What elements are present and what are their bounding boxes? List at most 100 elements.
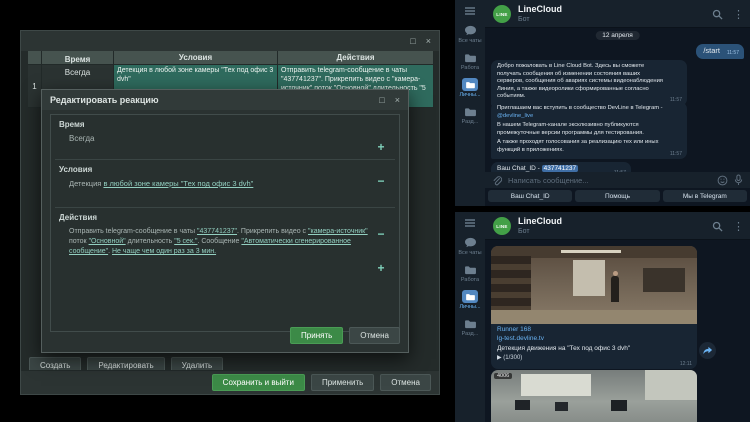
incoming-message-detection: Runner 168 lg-test.devline.tv Детекция д… [491, 246, 697, 369]
outgoing-message: /start 11:57 [696, 44, 744, 59]
action-rate-link[interactable]: Не чаще чем один раз за 3 мин. [112, 248, 216, 255]
condition-link[interactable]: в любой зоне камеры "Тех под офис 3 dvh" [103, 179, 253, 188]
action-stream-link[interactable]: "Основной" [89, 238, 126, 245]
cancel-button[interactable]: Отмена [380, 374, 431, 391]
incoming-message-invite: Приглашаем вас вступить в сообщество Dev… [491, 102, 687, 159]
message-input[interactable]: Написать сообщение... [508, 176, 711, 185]
message-time: 12:11 [680, 361, 692, 367]
folder-work[interactable]: Работа [461, 263, 479, 283]
remove-action-button[interactable]: − [375, 229, 387, 241]
reactions-window-titlebar: □ × [21, 31, 439, 51]
message-text: Добро пожаловать в Line Cloud Bot. Здесь… [497, 63, 663, 99]
dialog-maximize-icon[interactable]: □ [379, 96, 384, 105]
more-menu-icon[interactable]: ⋮ [733, 220, 744, 233]
warehouse-scene [491, 246, 697, 324]
action-duration-link[interactable]: "5 сек." [174, 238, 197, 245]
save-exit-button[interactable]: Сохранить и выйти [212, 374, 305, 391]
dialog-actions: Принять Отмена [290, 327, 400, 344]
accept-button[interactable]: Принять [290, 327, 343, 344]
chat-bubble-icon [462, 236, 478, 249]
maximize-icon[interactable]: □ [410, 37, 415, 46]
clip-counter: ▶ (1/300) [497, 354, 691, 361]
dialog-titlebar: Редактировать реакцию □ × [42, 90, 408, 110]
counter-text: (1/300) [503, 355, 522, 361]
message-text: /start [703, 46, 720, 55]
action-text: Отправить telegram-сообщение в чаты "437… [69, 227, 369, 257]
folder-personal[interactable]: Личны... [459, 290, 480, 310]
message-text: А также проходят голосования за реализац… [497, 139, 663, 154]
folder-icon [462, 290, 478, 303]
header-conditions: Условия [114, 51, 278, 64]
header-num [28, 51, 42, 64]
reactions-table-header: Время Условия Действия [28, 51, 434, 64]
bot-button-chatid[interactable]: Ваш Chat_ID [488, 190, 572, 202]
folder-work[interactable]: Работа [461, 51, 479, 71]
camera-snapshot-photo[interactable] [491, 246, 697, 324]
folder-label: Личны... [459, 304, 480, 310]
message-text: Приглашаем вас вступить в сообщество Dev… [497, 105, 663, 111]
hamburger-menu-icon[interactable] [464, 6, 476, 16]
camera-snapshot-photo-2[interactable]: 4006 [491, 370, 697, 422]
window-bottombar: Сохранить и выйти Применить Отмена [21, 370, 439, 394]
office-scene [491, 370, 697, 422]
play-icon[interactable]: ▶ [497, 355, 502, 361]
chat-subtitle: Бот [518, 228, 530, 235]
telegram-window-top: Все чаты Работа Личны... Разд... [455, 0, 750, 206]
chat-id-value[interactable]: 437741237 [542, 165, 579, 172]
folder-icon [462, 78, 478, 91]
bot-keyboard: Ваш Chat_ID Помощь Мы в Telegram [485, 189, 750, 204]
action-chat-link[interactable]: "437741237" [197, 228, 237, 235]
folders-sidebar: Все чаты Работа Личны... Разд... [455, 212, 485, 422]
folder-label: Работа [461, 65, 479, 71]
microphone-icon[interactable] [734, 174, 743, 186]
section-divider [55, 207, 395, 208]
reactions-window: □ × Время Условия Действия 1 Всегда Дете… [20, 30, 440, 395]
server-link[interactable]: Runner 168 [497, 326, 691, 335]
folder-icon [462, 317, 478, 330]
remove-condition-button[interactable]: − [375, 176, 387, 188]
emoji-icon[interactable] [717, 175, 728, 186]
action-part: поток [69, 238, 89, 245]
telegram-window-bottom: Все чаты Работа Личны... Разд... [455, 212, 750, 422]
hamburger-menu-icon[interactable] [464, 218, 476, 228]
detection-text: Детекция движения на "Тех под офис 3 dvh… [497, 345, 691, 354]
folder-all-chats[interactable]: Все чаты [458, 24, 481, 44]
row-number[interactable]: 1 [28, 64, 42, 108]
dialog-cancel-button[interactable]: Отмена [349, 327, 400, 344]
message-time: 11:57 [727, 50, 739, 57]
search-icon[interactable] [712, 221, 723, 232]
channel-link[interactable]: @devline_live [497, 113, 533, 119]
folder-icon [462, 263, 478, 276]
close-icon[interactable]: × [426, 37, 431, 46]
person-silhouette [611, 276, 619, 302]
search-icon[interactable] [712, 9, 723, 20]
folder-icon [462, 105, 478, 118]
folder-misc[interactable]: Разд... [462, 317, 479, 337]
share-button[interactable] [699, 342, 716, 359]
folder-personal[interactable]: Личны... [459, 78, 480, 98]
conditions-section-label: Условия [59, 165, 92, 174]
action-camera-link[interactable]: "камера-источник" [308, 228, 368, 235]
bot-button-help[interactable]: Помощь [575, 190, 659, 202]
edit-reaction-dialog: Редактировать реакцию □ × Время Всегда +… [41, 89, 409, 353]
chat-title: LineCloud [518, 4, 562, 14]
bot-button-telegram[interactable]: Мы в Telegram [663, 190, 747, 202]
section-divider [55, 159, 395, 160]
header-time: Время [42, 51, 114, 64]
folder-misc[interactable]: Разд... [462, 105, 479, 125]
dialog-close-icon[interactable]: × [395, 96, 400, 105]
add-action-button[interactable]: + [375, 263, 387, 275]
header-icons: ⋮ [712, 212, 744, 240]
condition-prefix: Детекция [69, 179, 103, 188]
folder-all-chats[interactable]: Все чаты [458, 236, 481, 256]
more-menu-icon[interactable]: ⋮ [733, 8, 744, 21]
attach-icon[interactable] [492, 175, 502, 186]
chat-title: LineCloud [518, 216, 562, 226]
apply-button[interactable]: Применить [311, 374, 374, 391]
incoming-message-welcome: Добро пожаловать в Line Cloud Bot. Здесь… [491, 60, 687, 106]
time-value: Всегда [69, 134, 94, 143]
add-time-button[interactable]: + [375, 142, 387, 154]
date-separator: 12 апреля [595, 31, 640, 40]
message-list: Runner 168 lg-test.devline.tv Детекция д… [485, 240, 750, 422]
server-url-link[interactable]: lg-test.devline.tv [497, 335, 691, 344]
